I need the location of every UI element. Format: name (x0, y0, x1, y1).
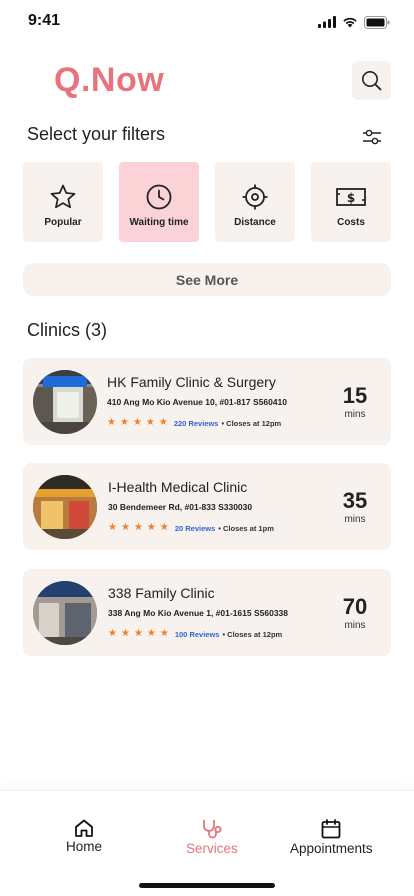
clinic-photo (33, 475, 97, 539)
star-icon: ★ (108, 628, 117, 639)
clinic-photo (33, 370, 97, 434)
tab-services[interactable]: Services (186, 819, 238, 856)
star-icon: ★ (119, 417, 129, 428)
star-icon: ★ (120, 522, 130, 533)
reviews-link[interactable]: 20 Reviews (175, 524, 215, 533)
filter-label: Costs (337, 217, 365, 228)
home-icon (75, 819, 93, 837)
star-icon: ★ (120, 628, 130, 639)
filter-label: Popular (44, 217, 82, 228)
clinic-card[interactable]: HK Family Clinic & Surgery 410 Ang Mo Ki… (23, 358, 391, 445)
tab-bar: Home Services Appointments (0, 790, 414, 896)
rating-stars: ★ ★ ★ ★ ★ (108, 523, 169, 533)
status-time: 9:41 (28, 12, 61, 29)
filter-adjust-icon[interactable] (361, 127, 383, 147)
filter-waiting-time[interactable]: Waiting time (119, 162, 199, 242)
rating-stars: ★ ★ ★ ★ ★ (107, 418, 168, 428)
see-more-button[interactable]: See More (23, 263, 391, 296)
tab-home[interactable]: Home (66, 819, 102, 854)
clinic-meta: ★ ★ ★ ★ ★ 220 Reviews • Closes at 12pm (107, 418, 281, 428)
clinic-meta: ★ ★ ★ ★ ★ 100 Reviews • Closes at 12pm (108, 629, 282, 639)
wait-time: 70 mins (337, 594, 373, 632)
home-indicator[interactable] (139, 883, 275, 888)
wait-unit: mins (344, 409, 366, 420)
filter-label: Waiting time (129, 217, 189, 228)
wait-number: 35 (342, 488, 368, 513)
wait-time: 15 mins (337, 383, 373, 421)
closing-time: • Closes at 12pm (221, 418, 282, 428)
star-icon: ★ (159, 522, 169, 533)
crosshair-icon (242, 184, 268, 210)
clinic-photo (33, 581, 97, 645)
star-icon: ★ (146, 522, 156, 533)
star-icon: ★ (132, 417, 142, 428)
clinic-name: 338 Family Clinic (108, 585, 215, 601)
tab-label: Home (66, 839, 103, 854)
calendar-icon (321, 819, 341, 839)
clinic-meta: ★ ★ ★ ★ ★ 20 Reviews • Closes at 1pm (108, 523, 274, 533)
filter-costs[interactable]: $ Costs (311, 162, 391, 242)
filter-popular[interactable]: Popular (23, 162, 103, 242)
wait-number: 70 (342, 594, 368, 619)
star-icon: ★ (107, 417, 116, 428)
clinics-title: Clinics (3) (27, 320, 108, 340)
filter-distance[interactable]: Distance (215, 162, 295, 242)
wait-time: 35 mins (337, 488, 373, 526)
clinic-name: HK Family Clinic & Surgery (107, 374, 276, 390)
star-icon: ★ (133, 628, 143, 639)
wait-number: 15 (342, 383, 368, 408)
filter-options: Popular Waiting time Distance $ Costs (23, 162, 391, 242)
star-icon: ★ (146, 628, 156, 639)
filters-title: Select your filters (27, 124, 166, 144)
rating-stars: ★ ★ ★ ★ ★ (108, 629, 169, 639)
signal-icon (318, 16, 336, 28)
wifi-icon (343, 17, 357, 28)
filter-label: Distance (234, 217, 276, 228)
search-icon (362, 71, 382, 91)
tab-label: Services (186, 841, 238, 856)
svg-text:$: $ (347, 191, 355, 205)
clinic-card[interactable]: I-Health Medical Clinic 30 Bendemeer Rd,… (23, 463, 391, 550)
star-icon: ★ (158, 417, 168, 428)
stethoscope-icon (202, 819, 222, 839)
closing-time: • Closes at 1pm (218, 523, 274, 533)
status-bar: 9:41 (0, 0, 414, 44)
star-icon: ★ (159, 628, 169, 639)
reviews-link[interactable]: 220 Reviews (174, 419, 219, 428)
clinic-name: I-Health Medical Clinic (108, 479, 248, 495)
clinic-address: 410 Ang Mo Kio Avenue 10, #01-817 S56041… (107, 397, 288, 407)
clinic-address: 338 Ang Mo Kio Avenue 1, #01-1615 S56033… (108, 608, 289, 618)
wait-unit: mins (344, 620, 366, 631)
star-icon (50, 184, 76, 209)
tab-appointments[interactable]: Appointments (290, 819, 373, 856)
status-icons (318, 15, 390, 29)
battery-icon (364, 15, 390, 29)
clinic-card[interactable]: 338 Family Clinic 338 Ang Mo Kio Avenue … (23, 569, 391, 656)
tab-label: Appointments (290, 841, 373, 856)
star-icon: ★ (145, 417, 155, 428)
star-icon: ★ (133, 522, 143, 533)
search-button[interactable] (352, 61, 391, 100)
clinic-address: 30 Bendemeer Rd, #01-833 S330030 (108, 502, 253, 512)
dollar-bill-icon: $ (336, 188, 366, 206)
wait-unit: mins (344, 514, 366, 525)
reviews-link[interactable]: 100 Reviews (175, 630, 220, 639)
app-header: Q.Now (0, 60, 414, 102)
star-icon: ★ (108, 522, 117, 533)
closing-time: • Closes at 12pm (222, 629, 283, 639)
app-logo: Q.Now (54, 61, 165, 99)
clock-icon (146, 184, 172, 210)
